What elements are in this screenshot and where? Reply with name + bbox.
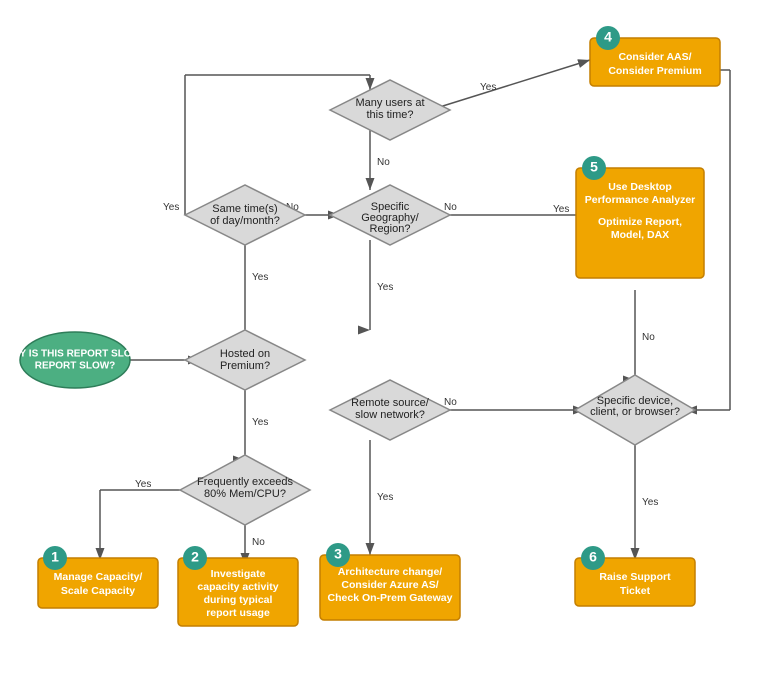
label-d5-no: No	[444, 202, 457, 213]
label-o5-no: No	[642, 332, 655, 343]
label-d1-yes: Yes	[163, 202, 179, 213]
outcome-5-text4: Model, DAX	[611, 229, 669, 241]
badge-5-label: 5	[590, 159, 598, 175]
badge-1-label: 1	[51, 549, 59, 565]
start-label2: REPORT SLOW?	[35, 361, 116, 372]
outcome-4-text: Consider AAS/	[618, 51, 691, 63]
label-top-yes: Yes	[553, 204, 569, 215]
diamond-mem-cpu-text2: 80% Mem/CPU?	[204, 488, 286, 500]
label-d4-no: No	[377, 157, 390, 168]
label-d2-yes2: Yes	[252, 417, 268, 428]
label-d5-yes: Yes	[377, 282, 393, 293]
outcome-3-text2: Consider Azure AS/	[341, 579, 438, 591]
diamond-mem-cpu-text: Frequently exceeds	[197, 476, 293, 488]
outcome-2-text2: capacity activity	[197, 581, 278, 593]
diamond-device-text2: client, or browser?	[590, 406, 680, 418]
label-d3-yes: Yes	[135, 479, 151, 490]
label-d6-yes: Yes	[377, 492, 393, 503]
label-d3-no: No	[252, 537, 265, 548]
diamond-remote-text: Remote source/	[351, 397, 430, 409]
diamond-hosted-premium-text2: Premium?	[220, 360, 270, 372]
outcome-2-text4: report usage	[206, 607, 270, 619]
diamond-hosted-premium-text: Hosted on	[220, 348, 270, 360]
outcome-2-text: Investigate	[211, 568, 266, 580]
diamond-many-users-text2: this time?	[366, 109, 413, 121]
label-d7-yes: Yes	[642, 497, 658, 508]
outcome-1-text: Manage Capacity/	[54, 571, 143, 583]
outcome-5-text2: Performance Analyzer	[585, 194, 696, 206]
start-label: WHY IS THIS REPORT SLOW?	[3, 349, 147, 360]
outcome-5-text: Use Desktop	[608, 181, 672, 193]
label-d6-no: No	[444, 397, 457, 408]
diamond-same-time-text: Same time(s)	[212, 203, 277, 215]
badge-6-label: 6	[589, 549, 597, 565]
outcome-6-text: Raise Support	[599, 571, 671, 583]
outcome-1-text2: Scale Capacity	[61, 585, 135, 597]
badge-4-label: 4	[604, 29, 612, 45]
outcome-4-text2: Consider Premium	[608, 65, 701, 77]
label-d4-yes: Yes	[480, 82, 496, 93]
diamond-same-time-text2: of day/month?	[210, 215, 280, 227]
outcome-6-text2: Ticket	[620, 585, 651, 597]
label-d2-yes: Yes	[252, 272, 268, 283]
diamond-remote-text2: slow network?	[355, 409, 425, 421]
badge-2-label: 2	[191, 549, 199, 565]
outcome-3-text: Architecture change/	[338, 566, 443, 578]
outcome-5-text3: Optimize Report,	[598, 216, 682, 228]
flowchart-svg: Yes Yes Yes No Yes No No No Yes Yes No Y…	[0, 0, 770, 700]
outcome-3-text3: Check On-Prem Gateway	[328, 592, 453, 604]
diamond-geo-text3: Region?	[370, 223, 411, 235]
badge-3-label: 3	[334, 546, 342, 562]
outcome-2-text3: during typical	[204, 594, 273, 606]
diamond-many-users-text: Many users at	[355, 97, 424, 109]
